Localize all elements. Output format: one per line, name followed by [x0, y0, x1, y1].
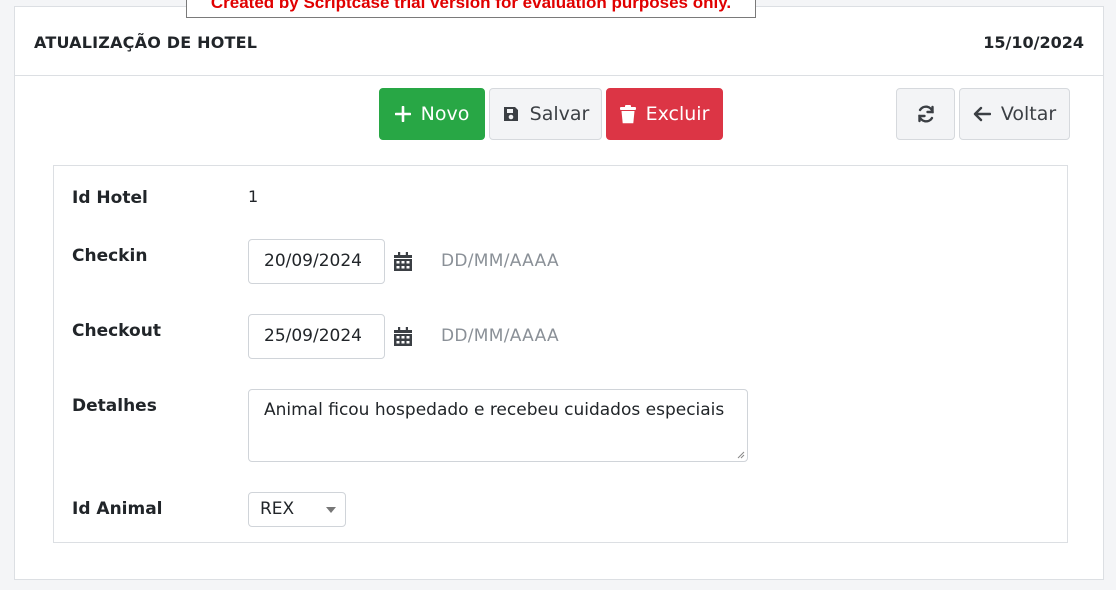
detalhes-label: Detalhes — [72, 396, 157, 416]
refresh-button[interactable] — [896, 88, 955, 140]
form-card: ATUALIZAÇÃO DE HOTEL 15/10/2024 Novo Sal… — [14, 6, 1104, 580]
back-button-label: Voltar — [1000, 103, 1057, 125]
checkin-format-hint: DD/MM/AAAA — [441, 251, 559, 271]
id-hotel-label: Id Hotel — [72, 188, 148, 208]
calendar-icon[interactable] — [393, 252, 413, 272]
trial-banner: Created by Scriptcase trial version for … — [186, 0, 756, 18]
checkin-input[interactable]: 20/09/2024 — [248, 239, 385, 284]
id-hotel-value: 1 — [248, 187, 259, 206]
calendar-icon[interactable] — [393, 327, 413, 347]
new-button[interactable]: Novo — [379, 88, 485, 140]
checkout-input[interactable]: 25/09/2024 — [248, 314, 385, 359]
id-animal-label: Id Animal — [72, 499, 163, 519]
delete-button-label: Excluir — [645, 103, 710, 125]
trash-icon — [619, 104, 636, 124]
save-button[interactable]: Salvar — [489, 88, 602, 140]
refresh-icon — [916, 104, 936, 124]
checkout-format-hint: DD/MM/AAAA — [441, 326, 559, 346]
page-date: 15/10/2024 — [983, 33, 1084, 52]
delete-button[interactable]: Excluir — [606, 88, 723, 140]
new-button-label: Novo — [420, 103, 470, 125]
id-animal-selected: REX — [260, 499, 295, 519]
arrow-left-icon — [973, 106, 991, 122]
detalhes-text: Animal ficou hospedado e recebeu cuidado… — [264, 400, 725, 420]
chevron-down-icon — [326, 507, 336, 513]
detalhes-textarea[interactable]: Animal ficou hospedado e recebeu cuidado… — [248, 389, 748, 462]
save-icon — [502, 105, 520, 123]
plus-icon — [394, 106, 411, 122]
id-animal-select[interactable]: REX — [248, 492, 346, 527]
checkout-label: Checkout — [72, 321, 161, 341]
form-panel: Id Hotel 1 Checkin 20/09/2024 DD/MM/AAAA… — [53, 165, 1068, 543]
checkin-label: Checkin — [72, 246, 148, 266]
page-title: ATUALIZAÇÃO DE HOTEL — [34, 33, 258, 52]
back-button[interactable]: Voltar — [959, 88, 1070, 140]
resize-grip-icon[interactable] — [736, 450, 745, 459]
save-button-label: Salvar — [529, 103, 590, 125]
